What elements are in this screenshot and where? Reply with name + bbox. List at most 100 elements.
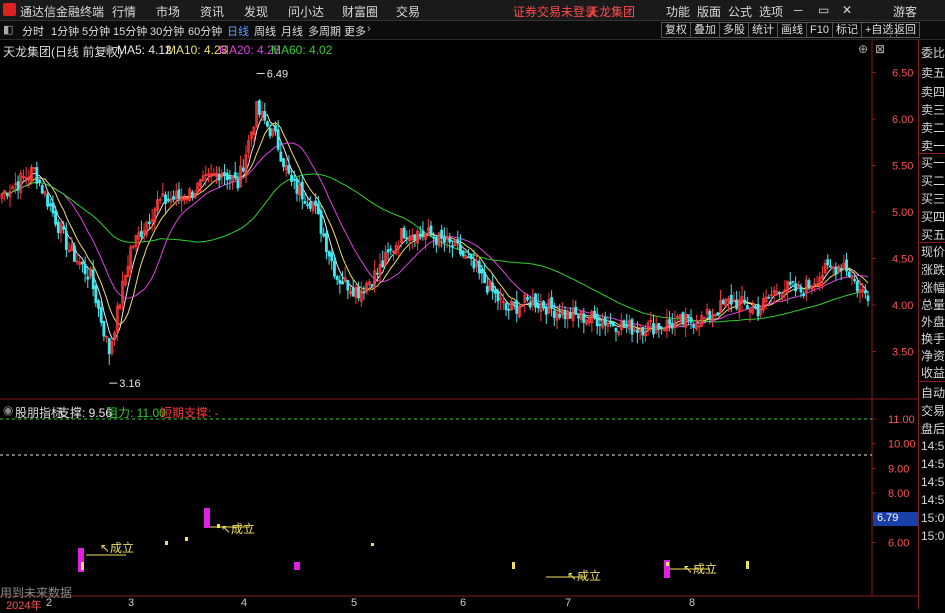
indicator-tick-label: 10.00 [888,439,916,451]
candle-body [550,297,554,309]
resistance-label: 阻力: 11.00 [106,406,166,420]
indicator-tick-label: 8.00 [888,488,909,500]
candle-body [472,260,476,269]
candle [19,170,23,200]
candle-body [268,128,272,137]
candle [102,320,106,342]
candle-body [459,244,462,255]
bid4-label: 买四 [921,210,945,224]
kline-chart[interactable]: 6.49 3.16 ↖成立 ↖成立 ↖成立 ↖成立 6.50 6.00 5.50 5.00 4.… [0,0,918,609]
candle-body [507,308,511,311]
candle [113,330,117,346]
candle [81,261,84,273]
candle-body [670,323,674,329]
candle [603,311,607,336]
candle [177,182,181,204]
turnover-label: 换手 [921,332,945,346]
candle-body [826,259,830,266]
candle [440,224,444,248]
candle [585,318,588,326]
bid5-label: 买五 [921,228,945,242]
candle-body [166,199,170,202]
candle [737,291,741,319]
indicator-settings-icon[interactable]: ◉ [3,403,13,417]
candle [783,280,787,300]
candle [665,309,669,339]
candle-body [614,327,618,332]
candle-body [338,279,342,284]
candle-body [515,300,519,314]
price-tick-label: 4.50 [892,254,913,266]
candle [609,313,613,328]
signal-label: ↖成立 [100,540,134,555]
ask2-label: 卖二 [921,121,945,135]
candle-body [558,313,562,318]
candle [713,313,717,319]
candle [461,250,465,259]
ask5-label: 卖五 [921,66,945,80]
signal-tick [666,562,669,566]
candle [413,234,417,248]
candle [346,279,350,300]
candle [271,128,275,138]
candle [579,310,583,324]
candle [164,191,167,213]
candle [488,279,492,291]
candle-body [83,263,87,275]
candle [408,229,411,252]
bid3-label: 买三 [921,192,945,206]
candle-body [148,221,151,224]
candle-body [292,178,296,181]
candle [748,307,752,323]
candle [16,175,20,200]
candle [697,324,701,337]
candle [357,281,361,302]
candle-body [386,249,390,253]
candle [831,265,835,276]
candle [282,157,285,172]
candlesticks [0,99,870,365]
candle-body [855,281,859,292]
signal-tick [512,562,515,569]
candle [542,299,546,311]
candle-body [177,189,181,198]
signal-label: ↖成立 [221,521,255,536]
candle [40,183,44,195]
candle [611,321,615,328]
candle-body [622,320,626,327]
candle [295,177,299,202]
candle [539,293,543,322]
candle [491,274,495,300]
candle [850,270,854,285]
candle [550,290,554,317]
quote-side-panel: 委比 卖五 卖四 卖三 卖二 卖一 买一 买二 买三 买四 买五 现价 涨跌 涨… [918,40,945,609]
bid2-label: 买二 [921,174,945,188]
candle [563,306,567,329]
candle [121,271,125,311]
candle-body [611,321,615,327]
candle-body [794,283,798,292]
candle-body [62,226,66,230]
candle-body [370,284,374,287]
candle-body [381,260,385,268]
candle-body [54,210,58,225]
signal-tick [371,543,374,546]
candle-body [99,307,103,323]
candle [703,317,706,319]
candle [555,308,559,330]
candle [477,258,481,280]
candle-body [287,165,291,174]
candle [577,313,580,328]
candle [298,175,302,203]
candle [743,290,747,306]
candle-body [322,233,326,237]
price-tick-label: 6.00 [892,114,913,126]
candle-body [542,301,546,309]
candle [560,301,564,319]
candle-body [799,287,803,293]
candle-body [504,303,508,311]
candle-body [233,172,237,179]
candle [437,232,441,249]
price-markers: 6.49 3.16 [109,68,288,390]
candle [231,175,234,190]
